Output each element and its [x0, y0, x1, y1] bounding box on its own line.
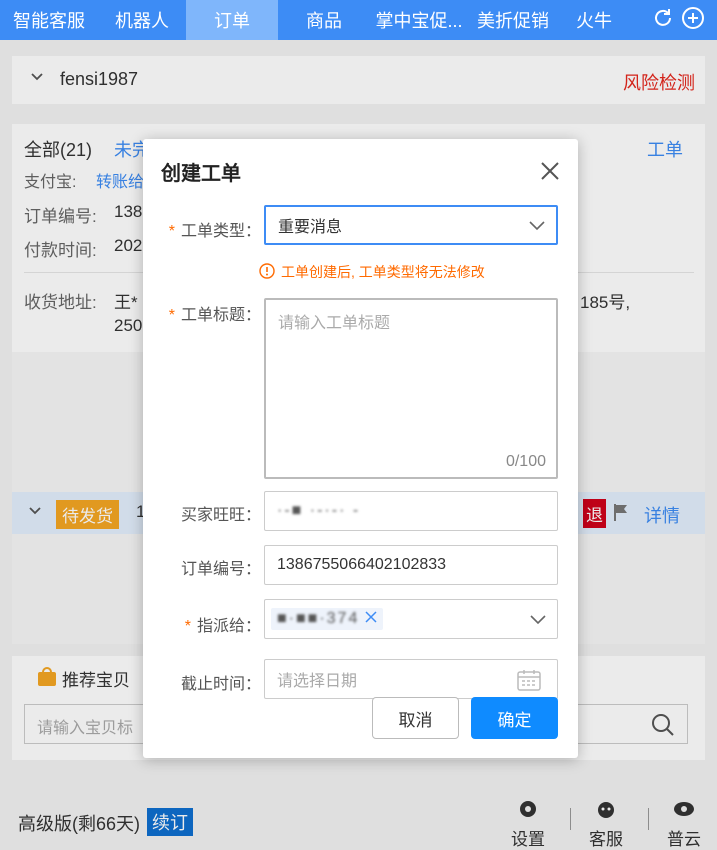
close-icon[interactable]: [540, 161, 560, 181]
info-circle-icon: [259, 262, 275, 282]
ticket-type-value: 重要消息: [278, 219, 343, 236]
cancel-button[interactable]: 取消: [372, 697, 459, 739]
add-icon[interactable]: [681, 6, 705, 30]
tab-smart-service[interactable]: 智能客服: [0, 0, 98, 40]
order-label: 订单编号: [180, 561, 245, 578]
title-label-row: * 工单标题：: [168, 307, 261, 324]
deadline-date-picker[interactable]: 请选择日期: [264, 659, 558, 699]
ticket-title-textarea[interactable]: 请输入工单标题 0/100: [264, 298, 558, 479]
required-mark: *: [184, 618, 191, 635]
confirm-button[interactable]: 确定: [471, 697, 558, 739]
type-label-row: * 工单类型：: [168, 223, 261, 240]
tab-robot[interactable]: 机器人: [98, 0, 186, 40]
create-ticket-dialog: 创建工单 * 工单类型： 重要消息 工单创建后, 工单类型将无法修改 * 工单标题：…: [143, 139, 578, 758]
char-counter: 0/100: [505, 453, 546, 470]
title-label: 工单标题: [180, 307, 245, 324]
tab-products[interactable]: 商品: [278, 0, 370, 40]
tab-meizhe[interactable]: 美折促销: [468, 0, 558, 40]
assign-label: 指派给: [196, 618, 245, 635]
required-mark: *: [168, 223, 175, 240]
buyer-label-row: 买家旺旺：: [180, 507, 261, 524]
dialog-title: 创建工单: [161, 163, 241, 185]
chevron-down-icon: [528, 217, 546, 238]
chevron-down-icon: [529, 611, 547, 632]
deadline-label-row: 截止时间：: [180, 676, 261, 693]
top-nav: 智能客服 机器人 订单 商品 掌中宝促... 美折促销 火牛: [0, 0, 717, 40]
order-number-field[interactable]: 1386755066402102833: [264, 545, 558, 585]
buyer-field[interactable]: ·-■ ·-·-· -: [264, 491, 558, 531]
tab-orders[interactable]: 订单: [186, 0, 278, 40]
required-mark: *: [168, 307, 175, 324]
warning-text: 工单创建后, 工单类型将无法修改: [281, 264, 485, 280]
tab-zhangzhongbao[interactable]: 掌中宝促...: [370, 0, 468, 40]
assign-label-row: * 指派给：: [184, 618, 261, 635]
close-icon[interactable]: [365, 610, 377, 628]
order-number-value: 1386755066402102833: [277, 556, 447, 573]
type-label: 工单类型: [180, 223, 245, 240]
type-warning: 工单创建后, 工单类型将无法修改: [259, 262, 485, 282]
assignee-select[interactable]: ■·■■·374: [264, 599, 558, 639]
tab-huoniu[interactable]: 火牛: [558, 0, 630, 40]
ticket-title-placeholder: 请输入工单标题: [278, 315, 391, 332]
refresh-icon[interactable]: [651, 6, 675, 30]
deadline-placeholder: 请选择日期: [277, 673, 358, 690]
order-label-row: 订单编号：: [180, 561, 261, 578]
calendar-icon[interactable]: [517, 669, 541, 696]
assignee-chip: ■·■■·374: [271, 608, 384, 630]
buyer-value: ·-■ ·-·-· -: [277, 502, 361, 519]
ticket-type-select[interactable]: 重要消息: [264, 205, 558, 245]
assignee-value: ■·■■·374: [277, 610, 360, 627]
buyer-label: 买家旺旺: [180, 507, 245, 524]
deadline-label: 截止时间: [180, 676, 245, 693]
